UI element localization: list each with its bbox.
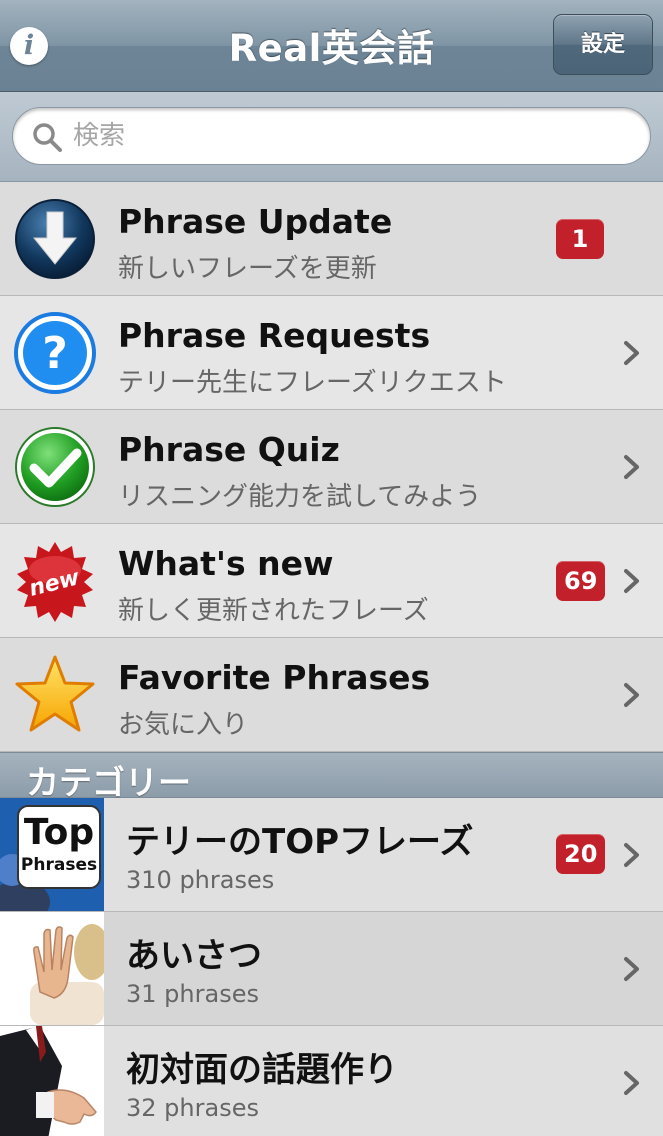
chevron-right-icon <box>624 683 639 707</box>
category-title: 初対面の話題作り <box>126 1050 398 1090</box>
chevron-right-icon <box>624 455 639 479</box>
category-row-greetings[interactable]: あいさつ 31 phrases <box>0 912 663 1026</box>
row-subtitle: テリー先生にフレーズリクエスト <box>118 368 507 398</box>
thumb-title: Top <box>24 812 94 853</box>
menu-item-phrase-requests[interactable]: ? Phrase Requests テリー先生にフレーズリクエスト <box>0 296 663 410</box>
row-subtitle: お気に入り <box>118 710 249 740</box>
menu-item-phrase-update[interactable]: Phrase Update 新しいフレーズを更新 1 <box>0 182 663 296</box>
category-title: あいさつ <box>126 936 262 976</box>
new-burst-icon: new <box>17 542 93 622</box>
section-title: カテゴリー <box>26 763 191 802</box>
row-title: Phrase Quiz <box>118 430 340 469</box>
update-count-badge: 1 <box>556 219 604 259</box>
search-icon <box>33 123 62 152</box>
row-title: Favorite Phrases <box>118 658 431 697</box>
row-subtitle: 新しいフレーズを更新 <box>118 254 377 284</box>
category-row-top-phrases[interactable]: Top Phrases テリーのTOPフレーズ 310 phrases 20 <box>0 798 663 912</box>
search-field[interactable] <box>12 107 651 165</box>
category-count: 310 phrases <box>126 866 275 894</box>
svg-text:?: ? <box>42 328 68 379</box>
search-bar <box>0 92 663 182</box>
settings-button[interactable]: 設定 <box>553 14 653 75</box>
row-title: Phrase Update <box>118 202 393 241</box>
category-badge: 20 <box>556 834 606 874</box>
greeting-hand-thumbnail <box>0 912 104 1025</box>
chevron-right-icon <box>624 569 639 593</box>
row-title: What's new <box>118 544 334 583</box>
menu-item-favorite-phrases[interactable]: Favorite Phrases お気に入り <box>0 638 663 752</box>
category-count: 32 phrases <box>126 1094 259 1122</box>
category-count: 31 phrases <box>126 980 259 1008</box>
row-subtitle: リスニング能力を試してみよう <box>118 482 482 512</box>
new-count-badge: 69 <box>556 561 606 601</box>
navigation-bar: i Real英会話 設定 <box>0 0 663 92</box>
star-icon <box>15 655 95 732</box>
chevron-right-icon <box>624 957 639 981</box>
download-arrow-icon <box>15 199 95 279</box>
row-subtitle: 新しく更新されたフレーズ <box>118 596 429 626</box>
chevron-right-icon <box>624 843 639 867</box>
menu-item-phrase-quiz[interactable]: Phrase Quiz リスニング能力を試してみよう <box>0 410 663 524</box>
menu-item-whats-new[interactable]: new What's new 新しく更新されたフレーズ 69 <box>0 524 663 638</box>
row-title: Phrase Requests <box>118 316 431 355</box>
thumb-subtitle: Phrases <box>21 855 97 875</box>
section-header-categories: カテゴリー <box>0 752 663 802</box>
chevron-right-icon <box>624 341 639 365</box>
top-phrases-thumbnail: Top Phrases <box>0 798 104 911</box>
handshake-thumbnail <box>0 1026 104 1136</box>
search-input[interactable] <box>73 114 633 158</box>
question-icon: ? <box>14 312 96 394</box>
checkmark-icon <box>15 427 95 507</box>
chevron-right-icon <box>624 1071 639 1095</box>
category-title: テリーのTOPフレーズ <box>126 822 474 862</box>
category-row-first-meeting[interactable]: 初対面の話題作り 32 phrases <box>0 1026 663 1136</box>
